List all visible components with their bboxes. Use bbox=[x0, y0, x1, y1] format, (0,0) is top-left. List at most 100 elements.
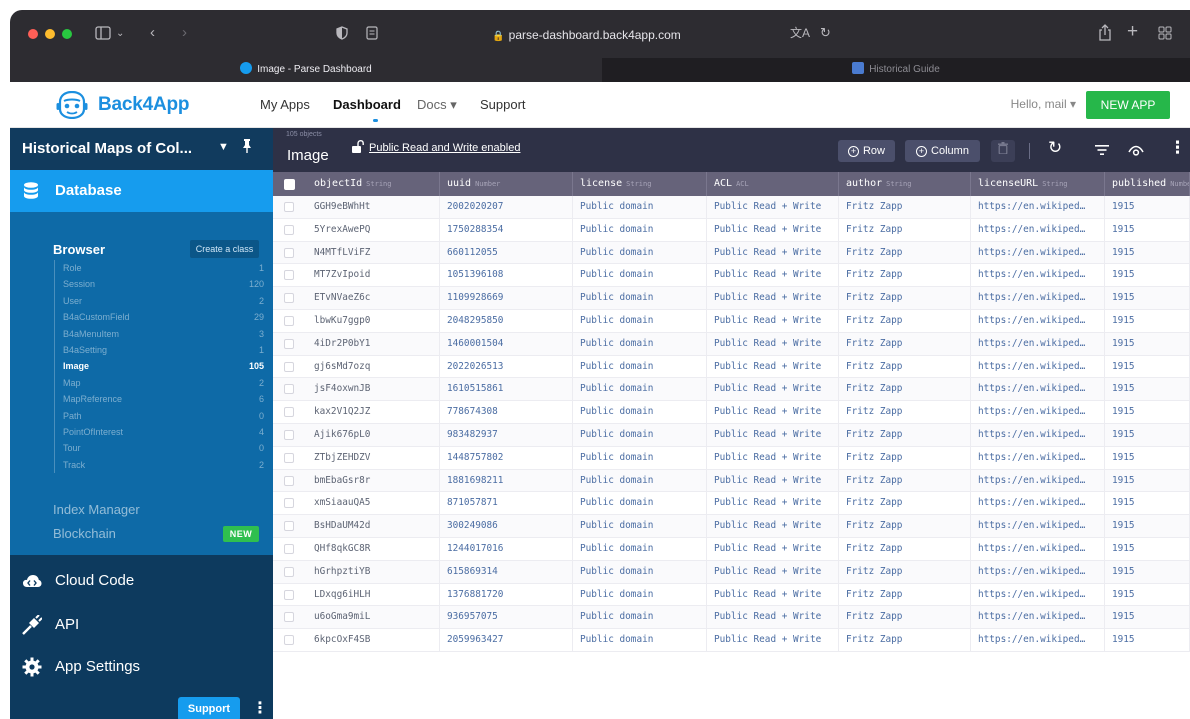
cell-license[interactable]: Public domain bbox=[573, 446, 707, 470]
cell-author[interactable]: Fritz Zapp bbox=[839, 401, 971, 424]
cell-author[interactable]: Fritz Zapp bbox=[839, 446, 971, 470]
cell-uuid[interactable]: 1376881720 bbox=[440, 583, 573, 607]
row-checkbox[interactable] bbox=[284, 429, 294, 440]
cell-author[interactable]: Fritz Zapp bbox=[839, 560, 971, 584]
table-row[interactable]: BsHDaUM42d 300249086 Public domain Public R… bbox=[273, 515, 1190, 538]
cell-uuid[interactable]: 2048295850 bbox=[440, 309, 573, 333]
add-column-button[interactable]: + Column bbox=[905, 140, 980, 162]
cell-acl[interactable]: Public Read + Write bbox=[707, 355, 839, 379]
cell-author[interactable]: Fritz Zapp bbox=[839, 378, 971, 402]
chevron-down-icon[interactable]: ⌄ bbox=[116, 26, 124, 42]
row-checkbox[interactable] bbox=[284, 612, 294, 623]
cell-author[interactable]: Fritz Zapp bbox=[839, 492, 971, 516]
cell-objectid[interactable]: bmEbaGsr8r bbox=[307, 469, 440, 493]
select-all-checkbox[interactable] bbox=[284, 179, 295, 190]
refresh-icon[interactable]: ↻ bbox=[1048, 138, 1062, 158]
sidebar-item-cloud-code[interactable]: Cloud Code bbox=[10, 561, 273, 601]
column-header-author[interactable]: author String bbox=[839, 172, 971, 196]
cell-license[interactable]: Public domain bbox=[573, 196, 707, 219]
cell-license[interactable]: Public domain bbox=[573, 264, 707, 288]
cell-author[interactable]: Fritz Zapp bbox=[839, 515, 971, 538]
row-checkbox[interactable] bbox=[284, 452, 294, 463]
cell-uuid[interactable]: 936957075 bbox=[440, 606, 573, 630]
cell-objectid[interactable]: ETvNVaeZ6c bbox=[307, 287, 440, 310]
cell-license[interactable]: Public domain bbox=[573, 355, 707, 379]
zoom-window-button[interactable] bbox=[62, 29, 72, 39]
cell-uuid[interactable]: 1448757802 bbox=[440, 446, 573, 470]
cell-objectid[interactable]: 5YrexAwePQ bbox=[307, 218, 440, 242]
cell-license[interactable]: Public domain bbox=[573, 606, 707, 630]
app-selector[interactable]: Historical Maps of Col... ▼ bbox=[10, 128, 273, 170]
more-vertical-icon[interactable]: ⋮ bbox=[252, 698, 268, 718]
cell-objectid[interactable]: GGH9eBWhHt bbox=[307, 196, 440, 219]
cell-license[interactable]: Public domain bbox=[573, 287, 707, 310]
row-checkbox[interactable] bbox=[284, 543, 294, 554]
column-header-uuid[interactable]: uuid Number bbox=[440, 172, 573, 196]
table-row[interactable]: ETvNVaeZ6c 1109928669 Public domain Public … bbox=[273, 287, 1190, 310]
sidebar-class-pointofinterest[interactable]: PointOfInterest 4 bbox=[55, 424, 264, 440]
table-row[interactable]: bmEbaGsr8r 1881698211 Public domain Public … bbox=[273, 469, 1190, 493]
cell-licenseurl[interactable]: https://en.wikiped… bbox=[971, 241, 1105, 265]
row-checkbox[interactable] bbox=[284, 361, 294, 372]
cell-licenseurl[interactable]: https://en.wikiped… bbox=[971, 583, 1105, 607]
nav-dashboard[interactable]: Dashboard bbox=[333, 97, 401, 112]
cell-author[interactable]: Fritz Zapp bbox=[839, 218, 971, 242]
cell-licenseurl[interactable]: https://en.wikiped… bbox=[971, 492, 1105, 516]
eye-icon[interactable] bbox=[1128, 142, 1144, 162]
address-bar[interactable]: 🔒 parse-dashboard.back4app.com bbox=[325, 23, 848, 47]
cell-author[interactable]: Fritz Zapp bbox=[839, 287, 971, 310]
cell-uuid[interactable]: 778674308 bbox=[440, 401, 573, 424]
sidebar-class-b4acustomfield[interactable]: B4aCustomField 29 bbox=[55, 309, 264, 325]
cell-uuid[interactable]: 660112055 bbox=[440, 241, 573, 265]
cell-objectid[interactable]: N4MTfLViFZ bbox=[307, 241, 440, 265]
cell-published[interactable]: 1915 bbox=[1105, 241, 1190, 265]
table-row[interactable]: 5YrexAwePQ 1750288354 Public domain Public … bbox=[273, 218, 1190, 242]
reload-icon[interactable]: ↻ bbox=[820, 25, 831, 41]
cell-objectid[interactable]: ZTbjZEHDZV bbox=[307, 446, 440, 470]
pin-icon[interactable] bbox=[242, 139, 252, 156]
sidebar-item-blockchain[interactable]: Blockchain bbox=[53, 526, 116, 541]
cell-license[interactable]: Public domain bbox=[573, 492, 707, 516]
share-icon[interactable] bbox=[1098, 24, 1112, 45]
column-header-license[interactable]: license String bbox=[573, 172, 707, 196]
cell-uuid[interactable]: 1750288354 bbox=[440, 218, 573, 242]
new-app-button[interactable]: NEW APP bbox=[1086, 91, 1170, 119]
cell-uuid[interactable]: 1881698211 bbox=[440, 469, 573, 493]
cell-objectid[interactable]: xmSiaauQA5 bbox=[307, 492, 440, 516]
nav-my-apps[interactable]: My Apps bbox=[260, 97, 310, 112]
cell-uuid[interactable]: 1460001504 bbox=[440, 332, 573, 356]
cell-license[interactable]: Public domain bbox=[573, 218, 707, 242]
cell-objectid[interactable]: 4iDr2P0bY1 bbox=[307, 332, 440, 356]
cell-acl[interactable]: Public Read + Write bbox=[707, 537, 839, 561]
support-button[interactable]: Support bbox=[178, 697, 240, 719]
cell-published[interactable]: 1915 bbox=[1105, 469, 1190, 493]
cell-licenseurl[interactable]: https://en.wikiped… bbox=[971, 446, 1105, 470]
translate-icon[interactable]: 文A bbox=[790, 25, 810, 41]
table-row[interactable]: Ajik676pL0 983482937 Public domain Public R… bbox=[273, 423, 1190, 447]
cell-acl[interactable]: Public Read + Write bbox=[707, 287, 839, 310]
table-row[interactable]: hGrhpztiYB 615869314 Public domain Public R… bbox=[273, 560, 1190, 584]
cell-objectid[interactable]: Ajik676pL0 bbox=[307, 423, 440, 447]
cell-published[interactable]: 1915 bbox=[1105, 218, 1190, 242]
cell-objectid[interactable]: lbwKu7ggp0 bbox=[307, 309, 440, 333]
cell-acl[interactable]: Public Read + Write bbox=[707, 378, 839, 402]
cell-objectid[interactable]: jsF4oxwnJB bbox=[307, 378, 440, 402]
row-checkbox[interactable] bbox=[284, 338, 294, 349]
cell-licenseurl[interactable]: https://en.wikiped… bbox=[971, 378, 1105, 402]
row-checkbox[interactable] bbox=[284, 475, 294, 486]
cell-licenseurl[interactable]: https://en.wikiped… bbox=[971, 264, 1105, 288]
cell-author[interactable]: Fritz Zapp bbox=[839, 355, 971, 379]
close-window-button[interactable] bbox=[28, 29, 38, 39]
column-header-licenseurl[interactable]: licenseURL String bbox=[971, 172, 1105, 196]
cell-acl[interactable]: Public Read + Write bbox=[707, 492, 839, 516]
cell-acl[interactable]: Public Read + Write bbox=[707, 218, 839, 242]
cell-published[interactable]: 1915 bbox=[1105, 629, 1190, 652]
cell-author[interactable]: Fritz Zapp bbox=[839, 423, 971, 447]
cell-published[interactable]: 1915 bbox=[1105, 492, 1190, 516]
nav-support[interactable]: Support bbox=[480, 97, 526, 112]
plus-icon[interactable]: + bbox=[1127, 22, 1138, 41]
cell-author[interactable]: Fritz Zapp bbox=[839, 241, 971, 265]
cell-uuid[interactable]: 615869314 bbox=[440, 560, 573, 584]
cell-objectid[interactable]: hGrhpztiYB bbox=[307, 560, 440, 584]
cell-objectid[interactable]: QHf8qkGC8R bbox=[307, 537, 440, 561]
